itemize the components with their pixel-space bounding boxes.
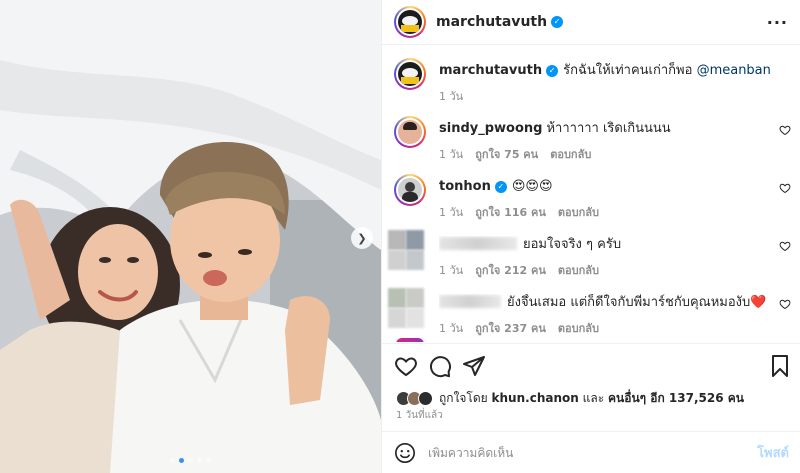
next-comment-avatar [396,338,424,342]
commenter-avatar[interactable] [394,116,426,148]
liked-by-avatars [396,390,433,406]
verified-icon: ✓ [494,181,507,193]
comment-text: ยังจึ้นเสมอ แต่ก็ดีใจกับพี่มาร์ชกับคุณหม… [507,295,767,310]
carousel-dot [170,458,175,463]
author-avatar[interactable] [394,6,426,38]
send-icon[interactable] [462,354,486,378]
comment-likes[interactable]: ถูกใจ 212 คน [475,261,546,279]
heart-icon[interactable] [779,124,791,136]
carousel-dot-active [179,458,184,463]
reply-button[interactable]: ตอบกลับ [550,145,591,163]
blurred-username[interactable] [439,237,517,250]
more-icon[interactable]: ··· [767,13,788,32]
caption: marchutavuth ✓ รักฉันให้เท่าคนเก่าก็พอ @me… [382,46,800,104]
comment-composer: โพสต์ [382,431,800,473]
reply-button[interactable]: ตอบกลับ [558,319,599,337]
comment-text: ยอมใจจริง ๆ ครับ [523,237,622,252]
action-bar [382,343,800,387]
carousel-dot [188,458,193,463]
likes-prefix: ถูกใจโดย [439,390,488,405]
likes-others[interactable]: คนอื่นๆ อีก 137,526 คน [608,389,744,408]
heart-icon[interactable] [779,240,791,252]
caption-username[interactable]: marchutavuth [439,63,542,78]
comment-likes[interactable]: ถูกใจ 116 คน [475,203,546,221]
caption-meta: 1 วัน [439,87,463,105]
emoji-icon[interactable] [394,442,416,464]
blurred-avatar[interactable] [388,226,426,270]
comment-time[interactable]: 1 วัน [439,319,463,337]
heart-icon[interactable] [779,182,791,194]
comment-text: ห้าาาาาา เริดเกินนนน [546,121,671,136]
comment-likes[interactable]: ถูกใจ 237 คน [475,319,546,337]
caption-body: marchutavuth ✓ รักฉันให้เท่าคนเก่าก็พอ @me… [439,62,771,80]
comment-meta: 1 วัน ถูกใจ 75 คน ตอบกลับ [439,145,591,163]
comment-meta: 1 วัน ถูกใจ 212 คน ตอบกลับ [439,261,599,279]
carousel-dots [0,458,381,463]
post-header: marchutavuth ✓ ··· [382,0,800,45]
likes-summary[interactable]: ถูกใจโดย khun.chanon และ คนอื่นๆ อีก 137… [396,386,744,410]
comment-body: ยอมใจจริง ๆ ครับ [439,236,771,254]
verified-icon: ✓ [546,65,559,77]
comment-item: ยอมใจจริง ๆ ครับ 1 วัน ถูกใจ 212 คน ตอบก… [382,220,800,278]
comments-list: marchutavuth ✓ รักฉันให้เท่าคนเก่าก็พอ @me… [382,46,800,342]
heart-icon[interactable] [394,354,418,378]
comment-text: 😍😍😍 [511,179,553,194]
caption-time[interactable]: 1 วัน [439,87,463,105]
chevron-right-icon[interactable]: ❯ [351,227,373,249]
comments-panel: marchutavuth ✓ ··· marchutavuth ✓ รักฉันให… [381,0,800,473]
author-avatar[interactable] [394,58,426,90]
comment-input[interactable] [428,445,758,460]
comment-body: tonhon ✓ 😍😍😍 [439,178,771,196]
photo-illustration [0,0,381,473]
comment-time[interactable]: 1 วัน [439,145,463,163]
post-date[interactable]: 1 วันที่แล้ว [396,408,443,423]
blurred-username[interactable] [439,295,501,308]
reply-button[interactable]: ตอบกลับ [558,261,599,279]
blurred-avatar[interactable] [388,284,426,328]
comment-time[interactable]: 1 วัน [439,261,463,279]
post-photo: ❯ [0,0,381,473]
comment-likes[interactable]: ถูกใจ 75 คน [475,145,538,163]
carousel-dot [197,458,202,463]
comment-meta: 1 วัน ถูกใจ 237 คน ตอบกลับ [439,319,599,337]
comment-username[interactable]: sindy_pwoong [439,121,542,136]
heart-icon[interactable] [779,298,791,310]
comment-icon[interactable] [428,354,452,378]
liked-by-user[interactable]: khun.chanon [492,391,579,405]
comment-time[interactable]: 1 วัน [439,203,463,221]
caption-mention[interactable]: @meanband [697,63,771,78]
comment-body: ยังจึ้นเสมอ แต่ก็ดีใจกับพี่มาร์ชกับคุณหม… [439,294,771,312]
commenter-avatar[interactable] [394,174,426,206]
comment-item: ยังจึ้นเสมอ แต่ก็ดีใจกับพี่มาร์ชกับคุณหม… [382,278,800,336]
post-button[interactable]: โพสต์ [757,442,789,463]
comment-username[interactable]: tonhon [439,179,491,194]
author-username[interactable]: marchutavuth [436,14,547,30]
verified-icon: ✓ [551,16,564,28]
comment-item: tonhon ✓ 😍😍😍 1 วัน ถูกใจ 116 คน ตอบกลับ [382,162,800,220]
reply-button[interactable]: ตอบกลับ [558,203,599,221]
comment-item: sindy_pwoong ห้าาาาาา เริดเกินนนน 1 วัน ถ… [382,104,800,162]
comment-body: sindy_pwoong ห้าาาาาา เริดเกินนนน [439,120,771,138]
likes-mid: และ [582,390,605,405]
caption-text: รักฉันให้เท่าคนเก่าก็พอ [563,63,693,78]
comment-meta: 1 วัน ถูกใจ 116 คน ตอบกลับ [439,203,599,221]
carousel-dot [206,458,211,463]
bookmark-icon[interactable] [768,354,792,378]
